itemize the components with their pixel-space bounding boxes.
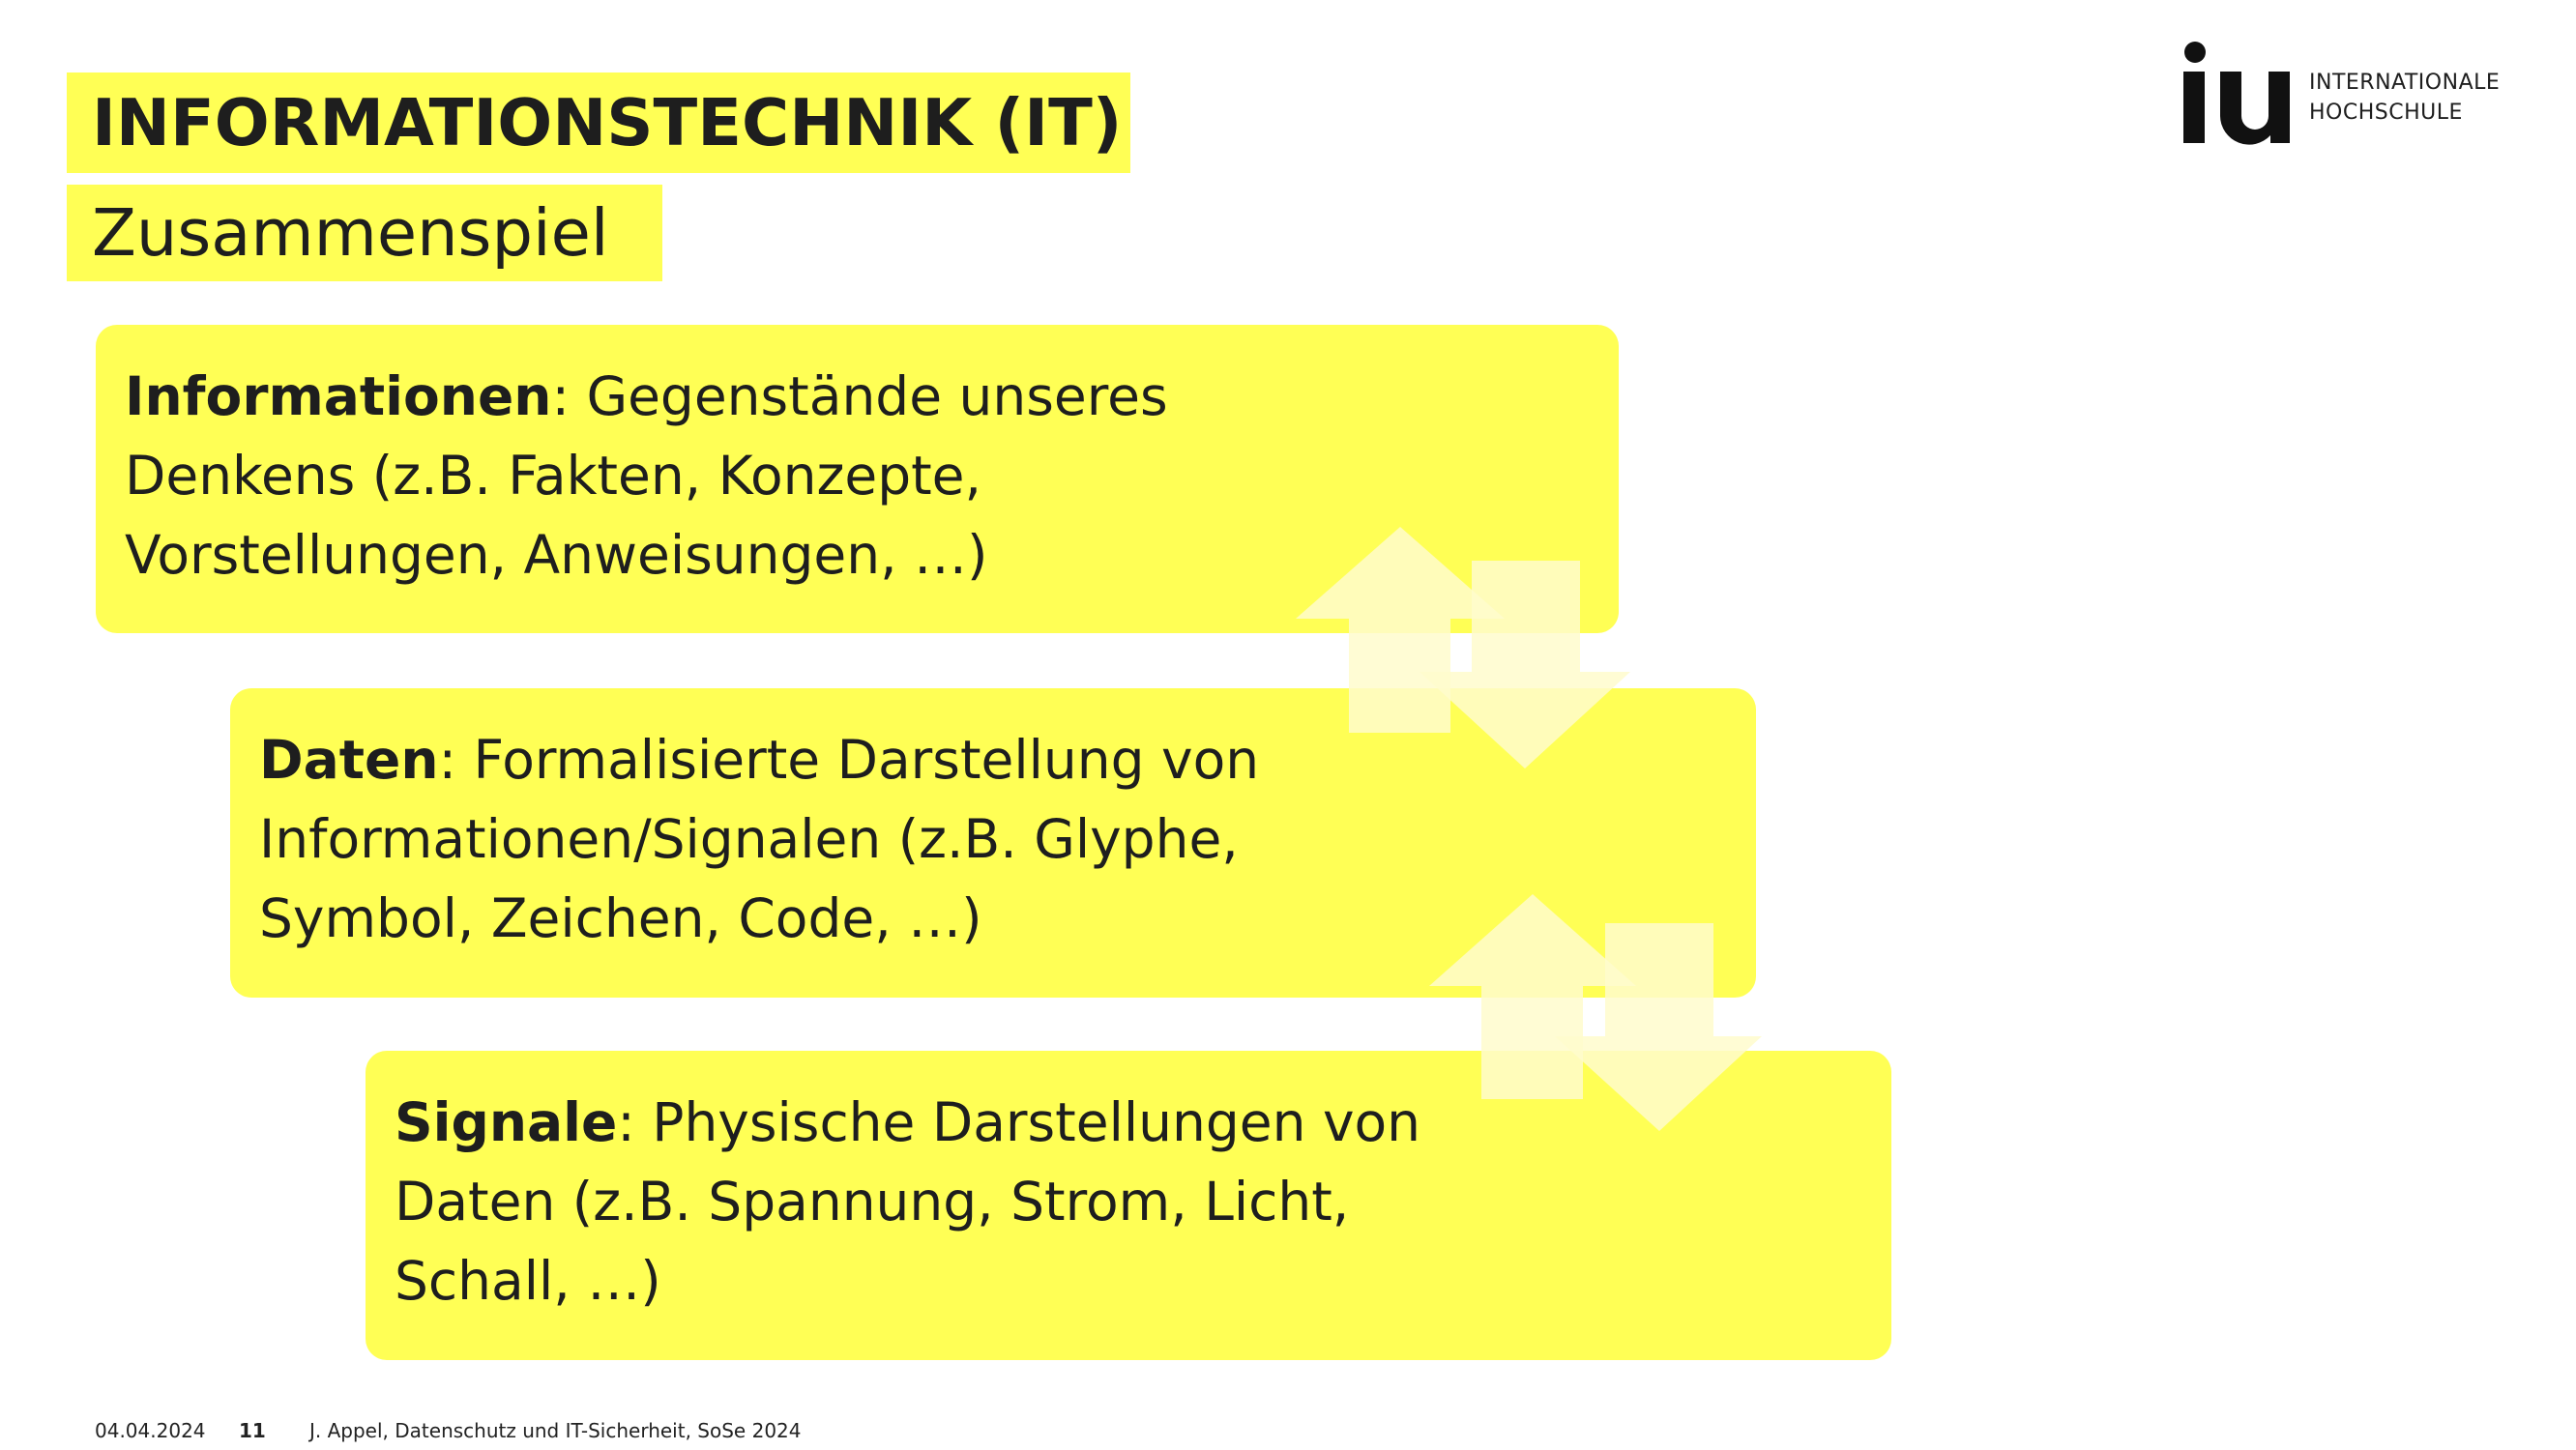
page-title: INFORMATIONSTECHNIK (IT) [92, 85, 1123, 160]
box-daten-line-1: Daten: Formalisierte Darstellung von [259, 720, 1756, 799]
page-subtitle: Zusammenspiel [92, 195, 609, 271]
box-signale-first: : Physische Darstellungen von [617, 1091, 1421, 1153]
logo-line-1: INTERNATIONALE [2309, 71, 2501, 95]
subtitle-banner: Zusammenspiel [67, 185, 662, 281]
logo-line-2: HOCHSCHULE [2309, 101, 2463, 125]
box-daten-line-2: Informationen/Signalen (z.B. Glyphe, [259, 808, 1239, 870]
box-signale-line-2: Daten (z.B. Spannung, Strom, Licht, [395, 1171, 1350, 1232]
title-banner: INFORMATIONSTECHNIK (IT) [67, 72, 1130, 173]
box-informationen-line-2: Denkens (z.B. Fakten, Konzepte, [125, 445, 981, 507]
footer-date: 04.04.2024 [95, 1419, 206, 1442]
box-informationen-first: : Gegenstände unseres [551, 365, 1168, 427]
box-informationen-line-3: Vorstellungen, Anweisungen, …) [125, 524, 988, 586]
term-daten: Daten [259, 729, 439, 791]
term-signale: Signale [395, 1091, 618, 1153]
box-signale-line-1: Signale: Physische Darstellungen von [395, 1083, 1891, 1162]
box-daten: Daten: Formalisierte Darstellung von Inf… [230, 688, 1756, 998]
term-informationen: Informationen [125, 365, 552, 427]
box-daten-line-3: Symbol, Zeichen, Code, …) [259, 887, 982, 949]
box-informationen: Informationen: Gegenstände unseres Denke… [96, 325, 1619, 633]
box-signale-line-3: Schall, …) [395, 1250, 661, 1312]
footer-author: J. Appel, Datenschutz und IT-Sicherheit,… [309, 1419, 802, 1442]
footer-page-number: 11 [239, 1419, 266, 1442]
box-signale: Signale: Physische Darstellungen von Dat… [366, 1051, 1891, 1360]
box-informationen-line-1: Informationen: Gegenstände unseres [125, 357, 1619, 436]
box-daten-first: : Formalisierte Darstellung von [438, 729, 1260, 791]
logo-wordmark: INTERNATIONALE HOCHSCHULE [2309, 68, 2500, 128]
